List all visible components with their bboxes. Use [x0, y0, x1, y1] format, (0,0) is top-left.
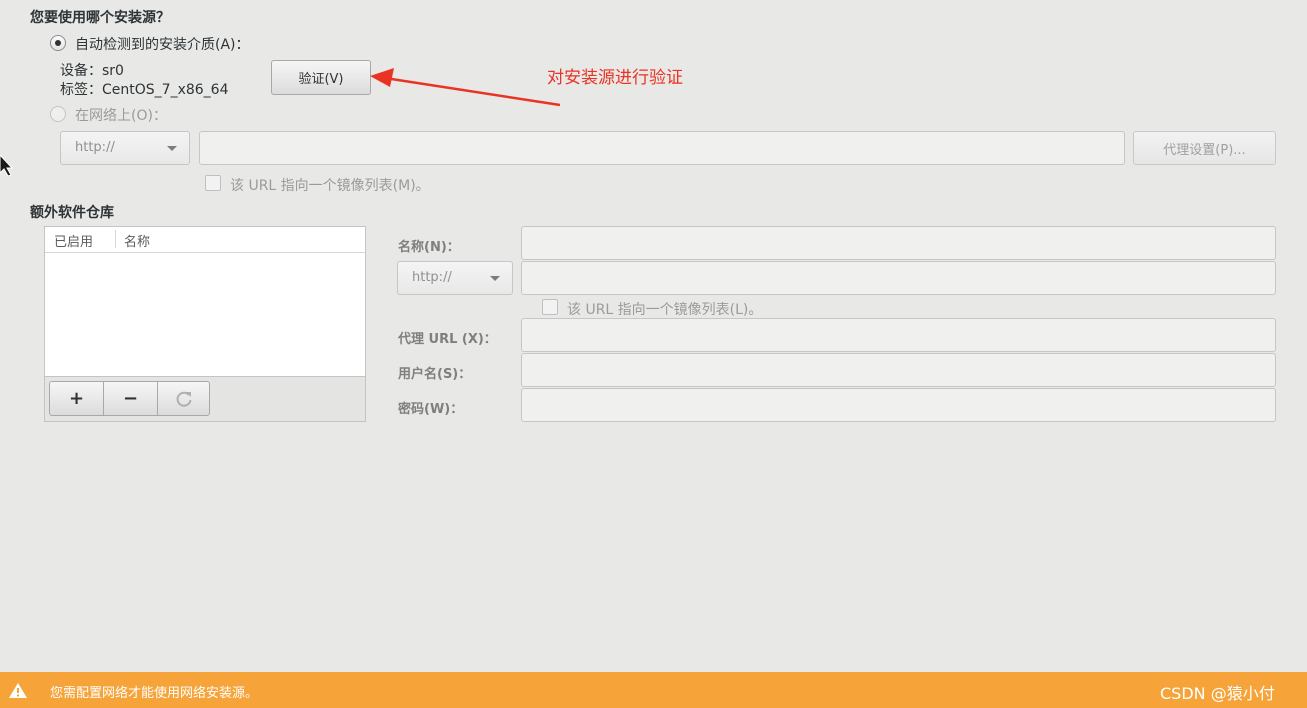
username-label: 用户名(S)：	[398, 367, 472, 382]
proxy-settings-button[interactable]: 代理设置(P)...	[1133, 131, 1276, 165]
username-input[interactable]	[521, 353, 1276, 387]
auto-media-radio[interactable]	[50, 35, 66, 51]
warning-bar[interactable]: 您需配置网络才能使用网络安装源。 CSDN @猿小付	[0, 672, 1307, 708]
password-input[interactable]	[521, 388, 1276, 422]
protocol-value: http://	[75, 140, 115, 155]
password-label: 密码(W)：	[398, 402, 464, 417]
auto-media-label[interactable]: 自动检测到的安装介质(A)：	[75, 34, 250, 54]
mirror-list-label: 该 URL 指向一个镜像列表(M)。	[230, 178, 430, 194]
repo-toolbar: + −	[45, 376, 365, 421]
network-label[interactable]: 在网络上(O)：	[75, 105, 167, 125]
chevron-down-icon	[167, 146, 177, 151]
verify-button[interactable]: 验证(V)	[271, 60, 371, 95]
repo-list[interactable]: 已启用 名称 + −	[44, 226, 366, 422]
refresh-repo-button[interactable]	[157, 381, 210, 416]
additional-repos-title: 额外软件仓库	[30, 205, 114, 221]
repo-name-input[interactable]	[521, 226, 1276, 260]
column-enabled[interactable]: 已启用	[54, 231, 93, 250]
column-divider	[115, 230, 116, 248]
media-label-info: 标签：CentOS_7_x86_64	[60, 82, 229, 98]
network-radio[interactable]	[50, 106, 66, 122]
annotation-arrow	[370, 68, 561, 107]
install-source-title: 您要使用哪个安装源？	[30, 10, 170, 26]
watermark: CSDN @猿小付	[1160, 684, 1275, 703]
mirror-list-checkbox[interactable]	[205, 175, 221, 191]
device-info: 设备：sr0	[60, 63, 124, 79]
network-url-input[interactable]	[199, 131, 1125, 165]
repo-url-input[interactable]	[521, 261, 1276, 295]
protocol-dropdown[interactable]: http://	[60, 131, 190, 165]
repo-mirror-label: 该 URL 指向一个镜像列表(L)。	[567, 302, 763, 318]
warning-icon	[9, 683, 27, 698]
proxy-url-label: 代理 URL (X)：	[398, 332, 497, 347]
chevron-down-icon	[490, 276, 500, 281]
mouse-cursor-icon	[0, 155, 14, 177]
warning-text: 您需配置网络才能使用网络安装源。	[50, 686, 259, 701]
remove-repo-button[interactable]: −	[103, 381, 158, 416]
repo-mirror-checkbox[interactable]	[542, 299, 558, 315]
repo-protocol-value: http://	[412, 270, 452, 285]
repo-protocol-dropdown[interactable]: http://	[397, 261, 513, 295]
repo-list-header: 已启用 名称	[45, 227, 365, 253]
refresh-icon	[176, 391, 191, 407]
proxy-url-input[interactable]	[521, 318, 1276, 352]
add-repo-button[interactable]: +	[49, 381, 104, 416]
column-name[interactable]: 名称	[124, 231, 150, 250]
repo-name-label: 名称(N)：	[398, 240, 460, 255]
